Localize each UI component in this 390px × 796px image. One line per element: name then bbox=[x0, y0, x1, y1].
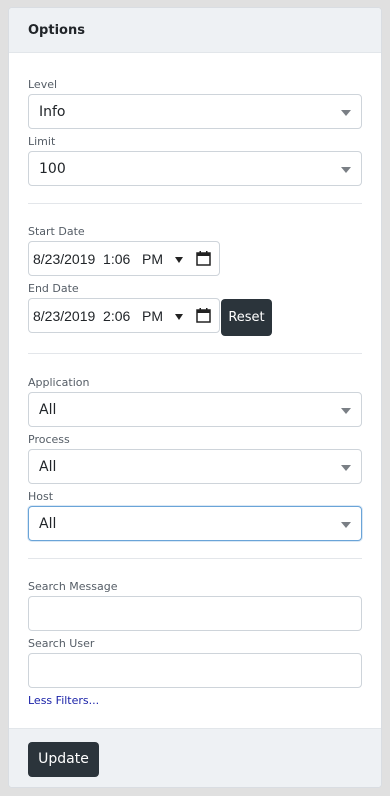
level-select[interactable]: Info bbox=[28, 94, 362, 129]
application-select[interactable]: All bbox=[28, 392, 362, 427]
dropdown-arrow-icon[interactable] bbox=[175, 257, 183, 263]
reset-button[interactable]: Reset bbox=[221, 299, 272, 336]
panel-title: Options bbox=[28, 23, 85, 38]
search-message-label: Search Message bbox=[28, 580, 118, 593]
panel-header: Options bbox=[9, 8, 381, 53]
calendar-icon[interactable] bbox=[196, 251, 211, 266]
process-label: Process bbox=[28, 433, 70, 446]
end-date-label: End Date bbox=[28, 282, 79, 295]
host-value: All bbox=[39, 516, 57, 532]
application-value: All bbox=[39, 402, 57, 418]
end-date-input[interactable]: 8/23/2019 2:06 PM bbox=[28, 298, 220, 333]
process-value: All bbox=[39, 459, 57, 475]
divider bbox=[28, 203, 362, 204]
update-button[interactable]: Update bbox=[28, 742, 99, 777]
end-date-value: 8/23/2019 2:06 PM bbox=[33, 308, 163, 324]
search-message-input[interactable] bbox=[28, 596, 362, 631]
chevron-down-icon bbox=[341, 167, 351, 173]
chevron-down-icon bbox=[341, 408, 351, 414]
panel-footer: Update bbox=[9, 728, 381, 787]
application-label: Application bbox=[28, 376, 90, 389]
chevron-down-icon bbox=[341, 522, 351, 528]
divider bbox=[28, 353, 362, 354]
chevron-down-icon bbox=[341, 110, 351, 116]
chevron-down-icon bbox=[341, 465, 351, 471]
limit-select[interactable]: 100 bbox=[28, 151, 362, 186]
less-filters-link[interactable]: Less Filters... bbox=[28, 694, 99, 707]
level-value: Info bbox=[39, 104, 66, 120]
process-select[interactable]: All bbox=[28, 449, 362, 484]
host-select[interactable]: All bbox=[28, 506, 362, 541]
limit-value: 100 bbox=[39, 161, 66, 177]
start-date-label: Start Date bbox=[28, 225, 85, 238]
search-user-label: Search User bbox=[28, 637, 95, 650]
start-date-value: 8/23/2019 1:06 PM bbox=[33, 251, 163, 267]
search-user-input[interactable] bbox=[28, 653, 362, 688]
options-panel: Options Level Info Limit 100 Start Date … bbox=[8, 7, 382, 788]
level-label: Level bbox=[28, 78, 58, 91]
host-label: Host bbox=[28, 490, 54, 503]
dropdown-arrow-icon[interactable] bbox=[175, 314, 183, 320]
start-date-input[interactable]: 8/23/2019 1:06 PM bbox=[28, 241, 220, 276]
limit-label: Limit bbox=[28, 135, 56, 148]
divider bbox=[28, 558, 362, 559]
calendar-icon[interactable] bbox=[196, 308, 211, 323]
